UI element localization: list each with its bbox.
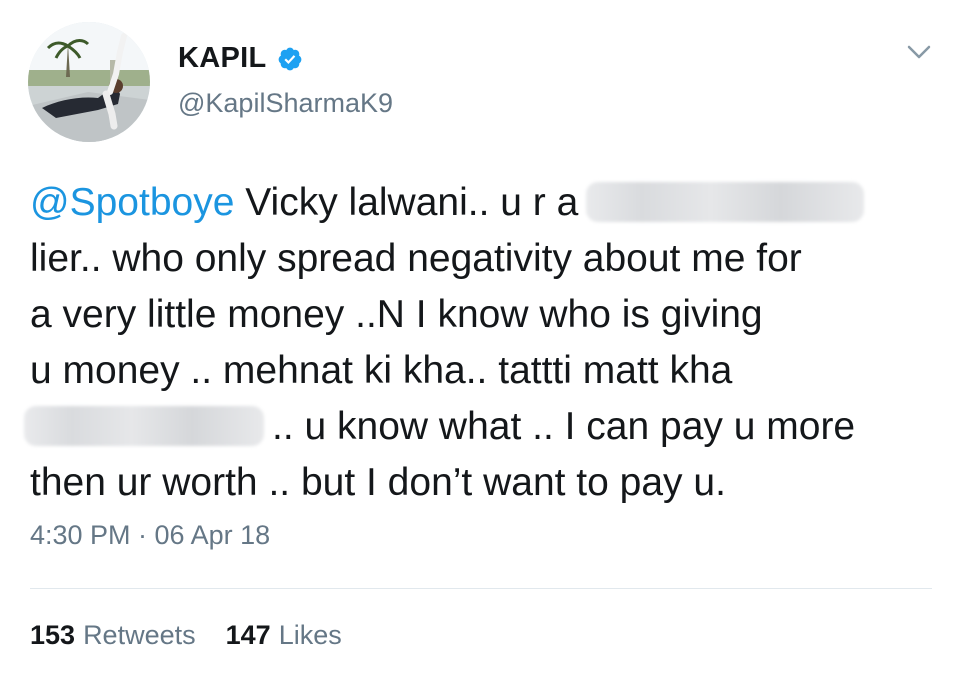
retweets-label: Retweets (83, 620, 196, 650)
likes-label: Likes (278, 620, 342, 650)
retweets-stat[interactable]: 153 Retweets (30, 620, 196, 651)
user-handle[interactable]: @KapilSharmaK9 (178, 88, 393, 119)
tweet-line-6: then ur worth .. but I don’t want to pay… (30, 461, 726, 504)
tweet-line-4: u money .. mehnat ki kha.. tattti matt k… (30, 349, 733, 392)
chevron-down-icon[interactable] (904, 40, 934, 64)
mention-link[interactable]: @Spotboye (30, 181, 234, 224)
tweet-text: @Spotboye Vicky lalwani.. u r a lier.. w… (24, 175, 942, 511)
tweet-text-segment: .. u know what .. I can pay u more (272, 405, 856, 448)
avatar[interactable] (28, 22, 150, 142)
verified-badge-icon (277, 46, 303, 72)
censored-word (586, 181, 865, 222)
likes-stat[interactable]: 147 Likes (226, 620, 342, 651)
retweets-count: 153 (30, 620, 76, 650)
user-name-row: KAPIL (178, 42, 303, 75)
tweet-line-5: .. u know what .. I can pay u more (24, 399, 942, 455)
tweet-timestamp[interactable]: 4:30 PM · 06 Apr 18 (30, 520, 270, 551)
tweet-line-2: lier.. who only spread negativity about … (30, 237, 802, 280)
display-name[interactable]: KAPIL (178, 42, 267, 75)
tweet-card: KAPIL @KapilSharmaK9 @Spotboye Vicky lal… (0, 0, 960, 682)
tweet-line-1: @Spotboye Vicky lalwani.. u r a (30, 175, 942, 231)
tweet-text-segment: Vicky lalwani.. u r a (234, 181, 579, 224)
likes-count: 147 (225, 620, 271, 650)
censored-word (24, 405, 264, 446)
divider (30, 588, 932, 589)
tweet-line-3: a very little money ..N I know who is gi… (30, 293, 763, 336)
tweet-stats: 153 Retweets 147 Likes (30, 620, 342, 651)
